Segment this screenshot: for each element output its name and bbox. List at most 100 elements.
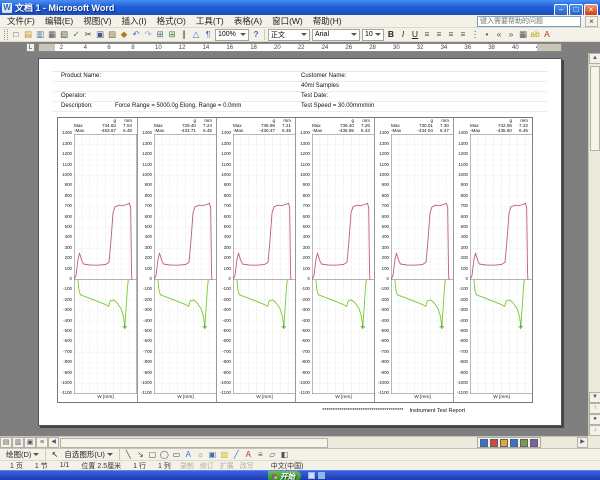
text-box-icon[interactable]: ▭ bbox=[171, 449, 182, 460]
draw-menu-button[interactable]: 绘图(D) bbox=[3, 449, 42, 460]
undo-icon[interactable]: ↶ bbox=[130, 28, 142, 41]
previous-page-button[interactable]: ↑ bbox=[589, 403, 600, 414]
menu-table[interactable]: 表格(A) bbox=[229, 15, 267, 28]
normal-view-button[interactable]: ▤ bbox=[0, 437, 12, 448]
fill-color-icon[interactable]: ▨ bbox=[219, 449, 230, 460]
cut-icon[interactable]: ✂ bbox=[82, 28, 94, 41]
horizontal-scroll-thumb[interactable] bbox=[60, 438, 328, 448]
vertical-scrollbar[interactable]: ▲ ▼ ↑ ● ↓ bbox=[588, 53, 600, 436]
insert-table-icon[interactable]: ⊞ bbox=[154, 28, 166, 41]
highlight-button[interactable]: ab bbox=[529, 28, 541, 41]
y-axis-label: -1100 bbox=[138, 391, 152, 395]
menu-view[interactable]: 视图(V) bbox=[78, 15, 116, 28]
copy-icon[interactable]: ▣ bbox=[94, 28, 106, 41]
menu-window[interactable]: 窗口(W) bbox=[267, 15, 308, 28]
ruler-number: 8 bbox=[131, 44, 134, 52]
y-axis-label: 300 bbox=[217, 246, 231, 250]
horizontal-ruler[interactable]: 24681012141618202224262830323436384042 bbox=[38, 43, 562, 52]
columns-icon[interactable]: ∥ bbox=[178, 28, 190, 41]
format-painter-icon[interactable]: ◆ bbox=[118, 28, 130, 41]
help-search-input[interactable] bbox=[477, 16, 581, 27]
menu-tools[interactable]: 工具(T) bbox=[191, 15, 229, 28]
borders-button[interactable]: ▦ bbox=[517, 28, 529, 41]
font-size-select[interactable]: 10 bbox=[362, 29, 384, 41]
maximize-button[interactable]: □ bbox=[569, 4, 583, 16]
vertical-scroll-thumb[interactable] bbox=[590, 66, 600, 151]
y-axis-label: 1300 bbox=[454, 142, 468, 146]
font-select[interactable]: Arial bbox=[312, 29, 360, 41]
taskbar-icon[interactable] bbox=[318, 472, 325, 479]
bold-button[interactable]: B bbox=[385, 28, 397, 41]
bullets-button[interactable]: • bbox=[481, 28, 493, 41]
oval-icon[interactable]: ◯ bbox=[159, 449, 170, 460]
italic-button[interactable]: I bbox=[397, 28, 409, 41]
print-layout-view-button[interactable]: ▣ bbox=[24, 437, 36, 448]
floating-toolbar-icon[interactable] bbox=[500, 439, 508, 447]
rectangle-icon[interactable]: ▢ bbox=[147, 449, 158, 460]
word-art-icon[interactable]: A bbox=[183, 449, 194, 460]
floating-toolbar-icon[interactable] bbox=[480, 439, 488, 447]
decrease-indent-button[interactable]: « bbox=[493, 28, 505, 41]
show-hide-icon[interactable]: ¶ bbox=[202, 28, 214, 41]
line-style-icon[interactable]: ≡ bbox=[255, 449, 266, 460]
help-button[interactable]: ? bbox=[250, 28, 262, 41]
align-center-button[interactable]: ≡ bbox=[433, 28, 445, 41]
align-right-button[interactable]: ≡ bbox=[445, 28, 457, 41]
select-objects-icon[interactable]: ↖ bbox=[49, 449, 60, 460]
zoom-select[interactable]: 100% bbox=[215, 29, 249, 41]
align-left-button[interactable]: ≡ bbox=[421, 28, 433, 41]
taskbar-icon[interactable] bbox=[308, 472, 315, 479]
scroll-up-button[interactable]: ▲ bbox=[589, 53, 600, 64]
line-color-icon[interactable]: ╱ bbox=[231, 449, 242, 460]
justify-button[interactable]: ≡ bbox=[457, 28, 469, 41]
underline-button[interactable]: U bbox=[409, 28, 421, 41]
floating-toolbar-icon[interactable] bbox=[520, 439, 528, 447]
scroll-down-button[interactable]: ▼ bbox=[589, 392, 600, 403]
y-axis-label: 400 bbox=[58, 235, 72, 239]
shadow-style-icon[interactable]: ▱ bbox=[267, 449, 278, 460]
y-axis-label: -700 bbox=[217, 350, 231, 354]
floating-toolbar-icon[interactable] bbox=[510, 439, 518, 447]
y-axis-label: -1000 bbox=[138, 381, 152, 385]
start-button[interactable]: 开始 bbox=[268, 471, 301, 480]
spelling-icon[interactable]: ✓ bbox=[70, 28, 82, 41]
paste-icon[interactable]: ▨ bbox=[106, 28, 118, 41]
line-icon[interactable]: ╲ bbox=[123, 449, 134, 460]
menu-help[interactable]: 帮助(H) bbox=[308, 15, 347, 28]
next-page-button[interactable]: ↓ bbox=[589, 425, 600, 436]
redo-icon[interactable]: ↷ bbox=[142, 28, 154, 41]
arrow-icon[interactable]: ↘ bbox=[135, 449, 146, 460]
increase-indent-button[interactable]: » bbox=[505, 28, 517, 41]
insert-excel-icon[interactable]: ⊞ bbox=[166, 28, 178, 41]
floating-toolbar-icon[interactable] bbox=[530, 439, 538, 447]
scroll-left-button[interactable]: ◀ bbox=[48, 437, 59, 448]
menu-file[interactable]: 文件(F) bbox=[2, 15, 40, 28]
select-browse-object-button[interactable]: ● bbox=[589, 414, 600, 425]
close-button[interactable]: × bbox=[584, 4, 598, 16]
open-icon[interactable]: ▤ bbox=[22, 28, 34, 41]
font-color-button[interactable]: A bbox=[541, 28, 553, 41]
save-icon[interactable]: ▥ bbox=[34, 28, 46, 41]
autoshapes-button[interactable]: 自选图形(U) bbox=[61, 449, 115, 460]
minimize-button[interactable]: – bbox=[554, 4, 568, 16]
print-preview-icon[interactable]: ▧ bbox=[58, 28, 70, 41]
picture-icon[interactable]: ▣ bbox=[207, 449, 218, 460]
style-select[interactable]: 正文 bbox=[268, 29, 310, 41]
drawing-icon[interactable]: △ bbox=[190, 28, 202, 41]
menu-edit[interactable]: 编辑(E) bbox=[40, 15, 78, 28]
scroll-right-button[interactable]: ▶ bbox=[577, 437, 588, 448]
tab-stop-selector[interactable]: L bbox=[26, 43, 35, 52]
clip-art-icon[interactable]: ☼ bbox=[195, 449, 206, 460]
numbering-button[interactable]: ⋮ bbox=[469, 28, 481, 41]
document-close-button[interactable]: × bbox=[585, 16, 598, 27]
3d-style-icon[interactable]: ◧ bbox=[279, 449, 290, 460]
new-document-icon[interactable]: □ bbox=[10, 28, 22, 41]
menu-insert[interactable]: 插入(I) bbox=[117, 15, 152, 28]
print-icon[interactable]: ▦ bbox=[46, 28, 58, 41]
floating-toolbar-icon[interactable] bbox=[490, 439, 498, 447]
menu-format[interactable]: 格式(O) bbox=[152, 15, 191, 28]
web-layout-view-button[interactable]: ▥ bbox=[12, 437, 24, 448]
outline-view-button[interactable]: ≡ bbox=[36, 437, 48, 448]
y-axis-label: 1400 bbox=[58, 131, 72, 135]
font-color-icon[interactable]: A bbox=[243, 449, 254, 460]
